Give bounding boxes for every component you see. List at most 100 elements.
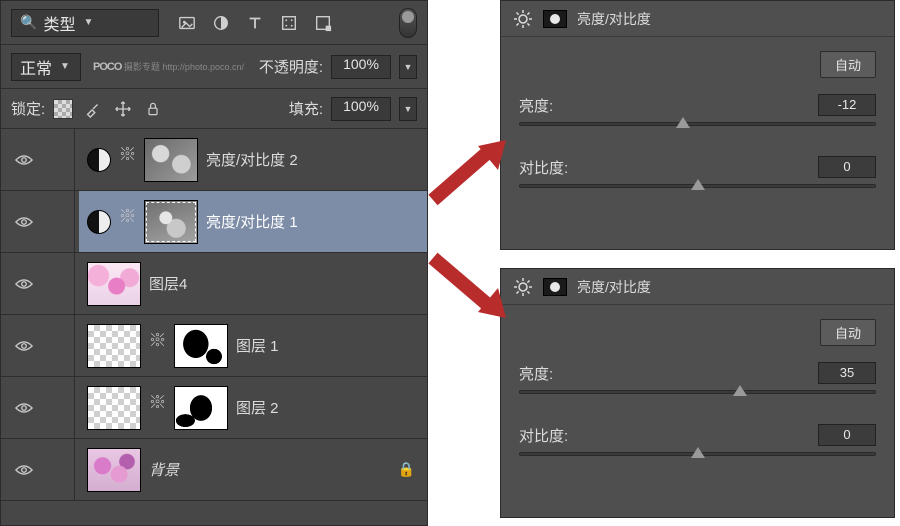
layer-name[interactable]: 亮度/对比度 1 xyxy=(206,211,298,232)
mask-link-icon[interactable]: 𑗕 xyxy=(149,328,166,363)
brightness-track[interactable] xyxy=(519,122,876,126)
layers-panel: 🔍 类型 ▼ 正常 ▼ POCO 摄影专题 http://photo.poco.… xyxy=(0,0,428,526)
contrast-label: 对比度: xyxy=(519,157,568,178)
layer-name[interactable]: 图层 2 xyxy=(236,397,279,418)
layer-gutter xyxy=(45,439,75,500)
panel-title: 亮度/对比度 xyxy=(577,9,651,29)
brightness-value[interactable]: 35 xyxy=(818,362,876,384)
brightness-icon xyxy=(513,9,533,29)
chevron-down-icon: ▼ xyxy=(60,61,70,72)
lock-icon: 🔒 xyxy=(398,461,415,478)
layer-name[interactable]: 背景 xyxy=(149,459,179,480)
layer-thumb[interactable] xyxy=(87,386,141,430)
visibility-toggle[interactable] xyxy=(7,401,41,415)
mask-link-icon[interactable]: 𑗕 xyxy=(119,204,136,239)
adjustment-icon xyxy=(87,148,111,172)
adjustment-icon xyxy=(87,210,111,234)
layer-filter-row: 🔍 类型 ▼ xyxy=(1,1,427,45)
lock-paint-icon[interactable] xyxy=(83,99,103,119)
fill-dropdown[interactable]: ▼ xyxy=(399,97,417,121)
brightness-contrast-panel-bottom: 亮度/对比度 自动 亮度: 35 对比度: 0 xyxy=(500,268,895,518)
visibility-toggle[interactable] xyxy=(7,339,41,353)
blend-mode-combo[interactable]: 正常 ▼ xyxy=(11,53,81,81)
blend-row: 正常 ▼ POCO 摄影专题 http://photo.poco.cn/ 不透明… xyxy=(1,45,427,89)
layer-row[interactable]: 图层4 xyxy=(1,253,427,315)
panel-header: 亮度/对比度 xyxy=(501,1,894,37)
filter-type-text-icon[interactable] xyxy=(245,13,265,33)
layer-gutter xyxy=(45,377,75,438)
contrast-value[interactable]: 0 xyxy=(818,156,876,178)
lock-label: 锁定: xyxy=(11,98,45,119)
layer-name[interactable]: 图层 1 xyxy=(236,335,279,356)
brightness-value[interactable]: -12 xyxy=(818,94,876,116)
contrast-label: 对比度: xyxy=(519,425,568,446)
layer-row[interactable]: 𑗕 图层 1 xyxy=(1,315,427,377)
layer-mask-thumb[interactable] xyxy=(174,386,228,430)
layer-name[interactable]: 图层4 xyxy=(149,273,187,294)
filter-smart-icon[interactable] xyxy=(313,13,333,33)
layer-row[interactable]: 𑗕 图层 2 xyxy=(1,377,427,439)
layer-gutter xyxy=(45,315,75,376)
slider-handle[interactable] xyxy=(691,179,705,190)
slider-handle[interactable] xyxy=(691,447,705,458)
contrast-slider: 对比度: 0 xyxy=(519,156,876,188)
contrast-track[interactable] xyxy=(519,184,876,188)
layer-thumb[interactable] xyxy=(87,262,141,306)
visibility-toggle[interactable] xyxy=(7,215,41,229)
layer-name[interactable]: 亮度/对比度 2 xyxy=(206,149,298,170)
layer-mask-thumb[interactable] xyxy=(144,138,198,182)
layer-gutter xyxy=(45,129,75,190)
watermark: POCO 摄影专题 http://photo.poco.cn/ xyxy=(93,60,244,73)
auto-button[interactable]: 自动 xyxy=(820,51,876,78)
filter-toggle[interactable] xyxy=(399,8,417,38)
brightness-label: 亮度: xyxy=(519,95,553,116)
fill-label: 填充: xyxy=(289,98,323,119)
slider-handle[interactable] xyxy=(676,117,690,128)
filter-adjust-icon[interactable] xyxy=(211,13,231,33)
brightness-icon xyxy=(513,277,533,297)
chevron-down-icon: ▼ xyxy=(83,17,93,28)
mask-link-icon[interactable]: 𑗕 xyxy=(119,142,136,177)
panel-title: 亮度/对比度 xyxy=(577,277,651,297)
contrast-track[interactable] xyxy=(519,452,876,456)
slider-handle[interactable] xyxy=(733,385,747,396)
layer-thumb[interactable] xyxy=(87,448,141,492)
layer-row[interactable]: 𑗕 亮度/对比度 1 xyxy=(1,191,427,253)
layer-list: 𑗕 亮度/对比度 2 𑗕 亮度/对比度 1 图层4 xyxy=(1,129,427,501)
opacity-dropdown[interactable]: ▼ xyxy=(399,55,417,79)
lock-all-icon[interactable] xyxy=(143,99,163,119)
panel-header: 亮度/对比度 xyxy=(501,269,894,305)
mask-mode-icon[interactable] xyxy=(543,10,567,28)
contrast-slider: 对比度: 0 xyxy=(519,424,876,456)
visibility-toggle[interactable] xyxy=(7,153,41,167)
layer-row[interactable]: 背景 🔒 xyxy=(1,439,427,501)
lock-transparency-icon[interactable] xyxy=(53,99,73,119)
brightness-slider: 亮度: -12 xyxy=(519,94,876,126)
layer-row[interactable]: 𑗕 亮度/对比度 2 xyxy=(1,129,427,191)
blend-mode-label: 正常 xyxy=(20,55,52,79)
layer-gutter xyxy=(45,253,75,314)
brightness-label: 亮度: xyxy=(519,363,553,384)
visibility-toggle[interactable] xyxy=(7,277,41,291)
fill-field[interactable]: 100% xyxy=(331,97,391,121)
lock-move-icon[interactable] xyxy=(113,99,133,119)
layer-gutter xyxy=(45,191,75,252)
layer-mask-thumb[interactable] xyxy=(174,324,228,368)
contrast-value[interactable]: 0 xyxy=(818,424,876,446)
mask-mode-icon[interactable] xyxy=(543,278,567,296)
filter-type-label: 类型 xyxy=(43,11,75,35)
layer-thumb[interactable] xyxy=(87,324,141,368)
lock-icons xyxy=(53,99,163,119)
auto-button[interactable]: 自动 xyxy=(820,319,876,346)
filter-shape-icon[interactable] xyxy=(279,13,299,33)
arrow-annotation xyxy=(428,250,508,325)
layer-filter-type-combo[interactable]: 🔍 类型 ▼ xyxy=(11,9,159,37)
search-icon: 🔍 xyxy=(20,14,37,31)
brightness-track[interactable] xyxy=(519,390,876,394)
layer-filter-icons xyxy=(177,13,333,33)
visibility-toggle[interactable] xyxy=(7,463,41,477)
opacity-field[interactable]: 100% xyxy=(331,55,391,79)
layer-mask-thumb[interactable] xyxy=(144,200,198,244)
filter-pixel-icon[interactable] xyxy=(177,13,197,33)
mask-link-icon[interactable]: 𑗕 xyxy=(149,390,166,425)
